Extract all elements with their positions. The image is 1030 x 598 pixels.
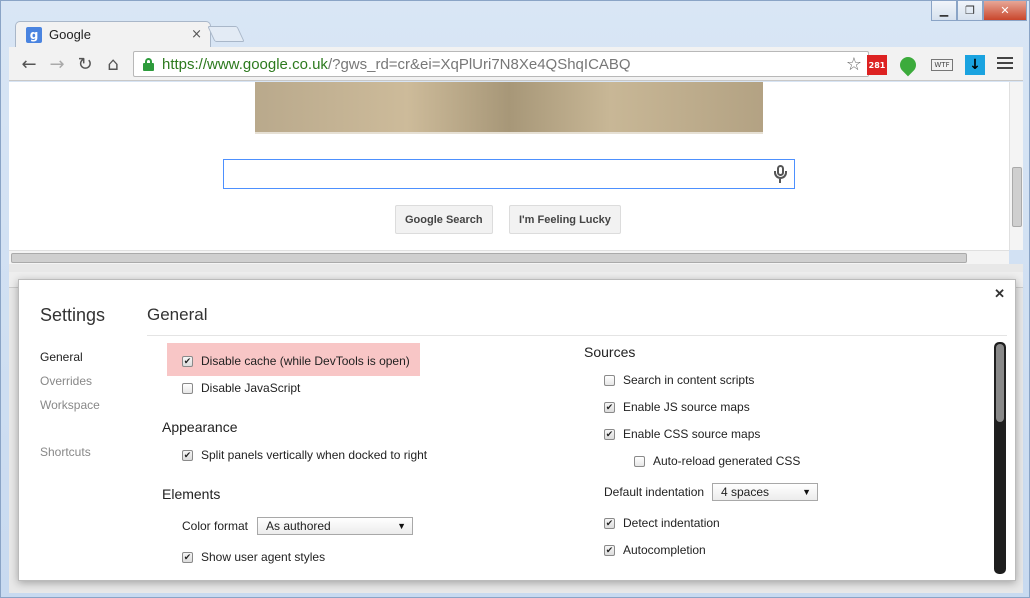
appearance-heading: Appearance — [162, 419, 238, 435]
disable-cache-label: Disable cache (while DevTools is open) — [201, 354, 410, 368]
autocompletion-checkbox[interactable]: ✔ Autocompletion — [604, 543, 706, 557]
disable-javascript-label: Disable JavaScript — [201, 381, 301, 395]
search-content-scripts-label: Search in content scripts — [623, 373, 755, 387]
user-agent-styles-label: Show user agent styles — [201, 550, 326, 564]
download-extension-icon[interactable]: ↓ — [965, 55, 985, 75]
close-window-button[interactable]: ✕ — [983, 1, 1027, 21]
bookmark-star-icon[interactable]: ☆ — [846, 54, 862, 75]
scrollbar-thumb[interactable] — [996, 344, 1004, 422]
user-agent-styles-checkbox[interactable]: ✔ Show user agent styles — [182, 550, 325, 564]
auto-reload-css-checkbox[interactable]: Auto-reload generated CSS — [634, 454, 800, 468]
nav-item-shortcuts[interactable]: Shortcuts — [40, 445, 91, 459]
checkbox-checked-icon: ✔ — [182, 551, 193, 563]
search-input[interactable] — [223, 159, 795, 189]
home-icon[interactable]: ⌂ — [101, 52, 125, 76]
checkbox-unchecked-icon — [182, 382, 193, 394]
browser-toolbar: ← → ↻ ⌂ https://www.google.co.uk/?gws_rd… — [9, 47, 1023, 81]
page-horizontal-scrollbar[interactable] — [9, 250, 1009, 264]
autocompletion-label: Autocompletion — [623, 543, 706, 557]
settings-dialog: ✕ Settings General Overrides Workspace S… — [18, 279, 1016, 581]
checkbox-checked-icon: ✔ — [182, 449, 193, 461]
tab-strip: g Google × ▁ ❐ ✕ — [1, 1, 1030, 47]
checkbox-unchecked-icon — [604, 374, 615, 386]
dropdown-arrow-icon: ▼ — [802, 487, 811, 497]
green-extension-icon[interactable] — [896, 53, 920, 77]
wtf-extension-icon[interactable]: WTF — [931, 59, 953, 71]
default-indentation-value: 4 spaces — [721, 485, 770, 499]
feeling-lucky-button[interactable]: I'm Feeling Lucky — [509, 205, 621, 234]
elements-heading: Elements — [162, 486, 221, 502]
checkbox-checked-icon: ✔ — [604, 517, 615, 529]
restore-button[interactable]: ❐ — [957, 1, 983, 21]
js-source-maps-label: Enable JS source maps — [623, 400, 750, 414]
default-indentation-select[interactable]: 4 spaces ▼ — [712, 483, 818, 501]
detect-indentation-checkbox[interactable]: ✔ Detect indentation — [604, 516, 720, 530]
window-controls: ▁ ❐ ✕ — [931, 1, 1027, 21]
lock-icon — [142, 57, 156, 71]
dropdown-arrow-icon: ▼ — [397, 521, 406, 531]
section-divider — [147, 335, 1007, 336]
js-source-maps-checkbox[interactable]: ✔ Enable JS source maps — [604, 400, 750, 414]
tab-title: Google — [49, 27, 91, 42]
css-source-maps-label: Enable CSS source maps — [623, 427, 761, 441]
tab-close-icon[interactable]: × — [191, 27, 202, 42]
google-favicon-icon: g — [26, 26, 42, 43]
sources-heading: Sources — [584, 344, 636, 360]
css-source-maps-checkbox[interactable]: ✔ Enable CSS source maps — [604, 427, 760, 441]
google-search-button[interactable]: Google Search — [395, 205, 493, 234]
reload-icon[interactable]: ↻ — [73, 52, 97, 76]
url-text[interactable]: https://www.google.co.uk/?gws_rd=cr&ei=X… — [162, 56, 631, 73]
browser-window: g Google × ▁ ❐ ✕ ← → ↻ ⌂ https://www.goo… — [0, 0, 1030, 598]
disable-javascript-checkbox[interactable]: Disable JavaScript — [182, 381, 300, 395]
close-icon[interactable]: ✕ — [994, 286, 1005, 302]
microphone-icon[interactable] — [774, 165, 787, 183]
checkbox-checked-icon: ✔ — [604, 401, 615, 413]
settings-title: Settings — [40, 305, 106, 325]
tab-google[interactable]: g Google × — [15, 21, 211, 47]
detect-indentation-label: Detect indentation — [623, 516, 720, 530]
split-panels-checkbox[interactable]: ✔ Split panels vertically when docked to… — [182, 448, 427, 462]
split-panels-label: Split panels vertically when docked to r… — [201, 448, 428, 462]
web-page: Google Search I'm Feeling Lucky — [9, 82, 1009, 252]
nav-item-workspace[interactable]: Workspace — [40, 398, 100, 412]
color-format-select[interactable]: As authored ▼ — [257, 517, 413, 535]
minimize-button[interactable]: ▁ — [931, 1, 957, 21]
disable-cache-checkbox[interactable]: ✔ Disable cache (while DevTools is open) — [182, 354, 410, 368]
color-format-label: Color format — [182, 519, 249, 533]
nav-item-overrides[interactable]: Overrides — [40, 374, 92, 388]
nav-item-general[interactable]: General — [40, 350, 83, 364]
back-arrow-icon[interactable]: ← — [17, 52, 41, 76]
settings-scrollbar[interactable] — [994, 342, 1006, 574]
new-tab-button[interactable] — [207, 26, 245, 42]
checkbox-unchecked-icon — [634, 455, 645, 467]
default-indentation-label: Default indentation — [604, 485, 705, 499]
gmail-checker-icon[interactable]: 281 — [867, 55, 887, 75]
google-doodle-image[interactable] — [255, 82, 763, 134]
checkbox-checked-icon: ✔ — [182, 355, 193, 367]
color-format-value: As authored — [266, 519, 331, 533]
checkbox-checked-icon: ✔ — [604, 544, 615, 556]
address-bar[interactable]: https://www.google.co.uk/?gws_rd=cr&ei=X… — [133, 51, 869, 77]
checkbox-checked-icon: ✔ — [604, 428, 615, 440]
section-title: General — [147, 305, 208, 324]
auto-reload-css-label: Auto-reload generated CSS — [653, 454, 801, 468]
page-vertical-scrollbar[interactable] — [1009, 82, 1023, 250]
search-content-scripts-checkbox[interactable]: Search in content scripts — [604, 373, 754, 387]
menu-icon[interactable] — [997, 55, 1013, 71]
forward-arrow-icon[interactable]: → — [45, 52, 69, 76]
